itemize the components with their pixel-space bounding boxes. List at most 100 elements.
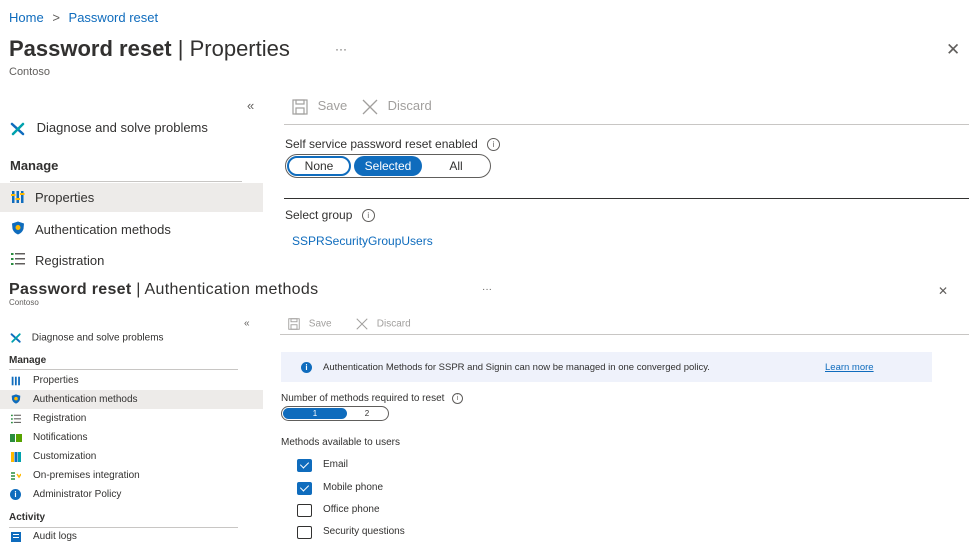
sidebar-item-authentication-methods[interactable]: Authentication methods xyxy=(0,214,263,243)
sidebar-item-label: Diagnose and solve problems xyxy=(31,332,164,344)
sidebar-divider xyxy=(9,369,238,370)
selected-group-link[interactable]: SSPRSecurityGroupUsers xyxy=(292,234,433,248)
info-banner: i Authentication Methods for SSPR and Si… xyxy=(281,352,932,382)
sidebar-item-registration[interactable]: Registration xyxy=(0,410,263,428)
sidebar-item-label: Authentication methods xyxy=(35,222,171,237)
save-button[interactable]: Save xyxy=(292,98,347,115)
save-label: Save xyxy=(308,318,332,330)
method-email[interactable]: Email xyxy=(297,458,497,474)
tenant-name: Contoso xyxy=(9,66,50,78)
sidebar-section-activity: Activity xyxy=(9,512,46,523)
toolbar-divider xyxy=(284,124,969,125)
methods-required-option-2[interactable]: 2 xyxy=(348,408,386,419)
sidebar-item-properties[interactable]: Properties xyxy=(0,372,263,390)
save-button[interactable]: Save xyxy=(288,318,332,330)
sidebar-item-notifications[interactable]: Notifications xyxy=(0,429,263,447)
sidebar-section-manage: Manage xyxy=(9,355,47,366)
audit-log-icon xyxy=(11,532,21,542)
select-group-text: Select group xyxy=(285,208,353,222)
sidebar-item-label: On-premises integration xyxy=(33,470,140,481)
properties-icon xyxy=(11,376,20,386)
breadcrumb-home[interactable]: Home xyxy=(9,10,44,25)
discard-label: Discard xyxy=(376,318,411,330)
discard-button[interactable]: Discard xyxy=(362,98,432,115)
learn-more-link[interactable]: Learn more xyxy=(825,362,874,373)
sidebar-item-on-premises-integration[interactable]: On-premises integration xyxy=(0,467,263,485)
breadcrumb: Home > Password reset xyxy=(9,10,158,25)
collapse-sidebar-icon[interactable]: « xyxy=(247,98,254,113)
sidebar-item-customization[interactable]: Customization xyxy=(0,448,263,466)
email-checkbox[interactable] xyxy=(297,459,312,472)
methods-required-text: Number of methods required to reset xyxy=(281,393,445,405)
info-icon[interactable]: i xyxy=(452,393,464,404)
page-title-rest: | Authentication methods xyxy=(136,281,319,298)
sidebar-item-label: Customization xyxy=(33,451,97,462)
page-title: Password reset | Authentication methods xyxy=(9,281,318,299)
sidebar-item-registration[interactable]: Registration xyxy=(0,245,263,274)
more-options-icon[interactable]: ··· xyxy=(335,42,347,56)
method-label: Security questions xyxy=(323,526,405,537)
page-title-bold: Password reset xyxy=(9,36,172,61)
sspr-option-none[interactable]: None xyxy=(287,156,351,176)
sidebar-divider xyxy=(10,181,242,182)
discard-label: Discard xyxy=(387,98,432,113)
sidebar-item-properties[interactable]: Properties xyxy=(0,183,263,212)
tools-icon xyxy=(10,122,25,135)
sidebar-item-label: Administrator Policy xyxy=(33,489,122,500)
section-divider xyxy=(284,198,969,199)
tenant-name: Contoso xyxy=(9,298,39,307)
sidebar-item-diagnose[interactable]: Diagnose and solve problems xyxy=(10,332,164,344)
info-filled-icon: i xyxy=(10,489,21,500)
method-mobile-phone[interactable]: Mobile phone xyxy=(297,481,497,497)
office-phone-checkbox[interactable] xyxy=(297,504,312,517)
discard-button[interactable]: Discard xyxy=(356,318,411,330)
save-icon xyxy=(288,318,300,330)
sidebar-item-label: Properties xyxy=(33,375,79,386)
select-group-label: Select group i xyxy=(285,208,375,223)
sidebar-item-label: Registration xyxy=(33,413,87,424)
page-title-rest: | Properties xyxy=(177,36,290,61)
method-office-phone[interactable]: Office phone xyxy=(297,503,497,519)
sspr-enabled-label: Self service password reset enabled i xyxy=(285,137,501,152)
info-filled-icon: i xyxy=(301,362,312,373)
properties-icon xyxy=(11,191,25,203)
sidebar-item-label: Notifications xyxy=(33,432,88,443)
info-icon[interactable]: i xyxy=(361,209,375,223)
collapse-sidebar-icon[interactable]: « xyxy=(244,318,250,329)
methods-required-label: Number of methods required to reset i xyxy=(281,393,464,405)
methods-required-toggle: 1 2 xyxy=(281,406,389,421)
sidebar-item-audit-logs[interactable]: Audit logs xyxy=(0,529,263,542)
close-icon[interactable]: ✕ xyxy=(938,284,948,298)
sidebar-item-administrator-policy[interactable]: i Administrator Policy xyxy=(0,486,263,504)
info-icon[interactable]: i xyxy=(487,138,501,152)
sidebar-item-label: Properties xyxy=(35,190,95,205)
sidebar-item-authentication-methods[interactable]: Authentication methods xyxy=(0,390,263,409)
page-title: Password reset | Properties xyxy=(9,36,290,62)
breadcrumb-password-reset[interactable]: Password reset xyxy=(69,10,159,25)
method-label: Email xyxy=(323,459,349,470)
sidebar-item-label: Registration xyxy=(35,253,105,268)
customization-icon xyxy=(11,452,21,462)
sspr-enabled-text: Self service password reset enabled xyxy=(285,137,478,151)
sspr-option-selected[interactable]: Selected xyxy=(354,156,422,176)
sspr-option-all[interactable]: All xyxy=(428,156,484,176)
more-options-icon[interactable]: ··· xyxy=(482,284,492,295)
sidebar-item-label: Authentication methods xyxy=(33,394,138,405)
security-questions-checkbox[interactable] xyxy=(297,526,312,539)
close-icon[interactable]: ✕ xyxy=(946,40,960,60)
save-label: Save xyxy=(317,98,348,113)
notifications-icon xyxy=(10,434,22,442)
chevron-right-icon: > xyxy=(52,10,60,25)
sidebar-section-manage: Manage xyxy=(10,158,59,173)
methods-required-option-1[interactable]: 1 xyxy=(283,408,347,419)
mobile-phone-checkbox[interactable] xyxy=(297,482,312,495)
toolbar-divider xyxy=(280,334,969,335)
sidebar-item-label: Audit logs xyxy=(33,531,77,542)
sspr-toggle-group: None Selected All xyxy=(285,154,491,178)
method-security-questions[interactable]: Security questions xyxy=(297,525,497,541)
sidebar-item-diagnose[interactable]: Diagnose and solve problems xyxy=(10,120,208,137)
shield-icon xyxy=(11,394,21,404)
tools-icon xyxy=(10,333,21,343)
save-icon xyxy=(292,98,308,115)
discard-icon xyxy=(362,99,378,115)
